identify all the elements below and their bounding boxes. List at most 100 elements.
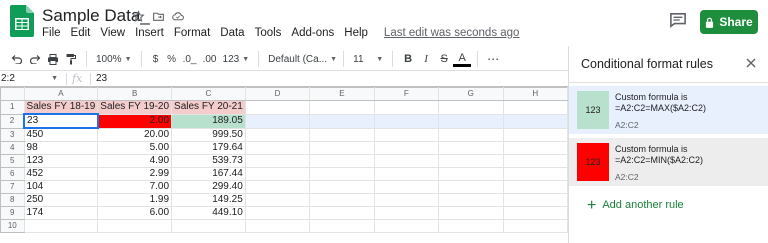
cell-b4[interactable]: 5.00 xyxy=(97,141,173,155)
cell[interactable] xyxy=(244,193,311,207)
cell[interactable] xyxy=(309,193,375,207)
cell-c8[interactable]: 149.25 xyxy=(171,193,246,207)
row-header[interactable]: 6 xyxy=(0,167,25,181)
cell-c1[interactable]: Sales FY 20-21 xyxy=(171,100,246,115)
cell-b1[interactable]: Sales FY 19-20 xyxy=(97,100,173,115)
cell-a4[interactable]: 98 xyxy=(23,141,99,155)
cell-a7[interactable]: 104 xyxy=(23,180,99,194)
cell[interactable] xyxy=(438,154,504,168)
menu-format[interactable]: Format xyxy=(174,27,210,39)
cell-c3[interactable]: 999.50 xyxy=(171,127,246,142)
sheets-logo-icon[interactable] xyxy=(10,5,34,37)
cell[interactable] xyxy=(502,167,568,181)
cell-a10[interactable] xyxy=(23,219,99,233)
cell-a3[interactable]: 450 xyxy=(23,127,99,142)
cell[interactable] xyxy=(244,167,311,181)
cell[interactable] xyxy=(373,100,440,115)
cell[interactable] xyxy=(244,180,311,194)
cell[interactable] xyxy=(438,113,504,129)
cell[interactable] xyxy=(309,127,375,142)
comment-history-icon[interactable] xyxy=(669,12,687,28)
cell-c2[interactable]: 189.05 xyxy=(171,113,246,129)
cell-b10[interactable] xyxy=(97,219,173,233)
cell[interactable] xyxy=(373,219,440,233)
cell[interactable] xyxy=(502,113,568,129)
cell[interactable] xyxy=(244,113,311,129)
text-color-button[interactable]: A xyxy=(453,51,472,67)
cell-b5[interactable]: 4.90 xyxy=(97,154,173,168)
print-icon[interactable] xyxy=(44,49,62,69)
cell[interactable] xyxy=(373,180,440,194)
row-header[interactable]: 3 xyxy=(0,127,25,142)
menu-data[interactable]: Data xyxy=(220,27,244,39)
row-header[interactable]: 5 xyxy=(0,154,25,168)
share-button[interactable]: Share xyxy=(700,10,758,34)
cell[interactable] xyxy=(244,141,311,155)
column-header[interactable]: B xyxy=(97,87,173,101)
column-header[interactable]: E xyxy=(309,87,375,101)
close-icon[interactable] xyxy=(746,58,756,68)
more-formats-select[interactable]: 123 ▼ xyxy=(220,49,253,69)
cell[interactable] xyxy=(438,206,504,220)
cell[interactable] xyxy=(438,100,504,115)
cell[interactable] xyxy=(373,167,440,181)
menu-edit[interactable]: Edit xyxy=(71,27,91,39)
cell-a6[interactable]: 452 xyxy=(23,167,99,181)
cell-a9[interactable]: 174 xyxy=(23,206,99,220)
cell-c6[interactable]: 167.44 xyxy=(171,167,246,181)
cell-c9[interactable]: 449.10 xyxy=(171,206,246,220)
cell[interactable] xyxy=(244,154,311,168)
paint-format-icon[interactable] xyxy=(62,49,80,69)
cell[interactable] xyxy=(502,219,568,233)
menu-addons[interactable]: Add-ons xyxy=(291,27,334,39)
cell[interactable] xyxy=(244,219,311,233)
cell-a5[interactable]: 123 xyxy=(23,154,99,168)
column-header[interactable]: D xyxy=(244,87,311,101)
cell-b3[interactable]: 20.00 xyxy=(97,127,173,142)
move-folder-icon[interactable] xyxy=(151,9,165,23)
cell[interactable] xyxy=(373,113,440,129)
undo-icon[interactable] xyxy=(8,49,26,69)
cell[interactable] xyxy=(502,127,568,142)
cell[interactable] xyxy=(373,193,440,207)
row-header[interactable]: 10 xyxy=(0,219,25,233)
cell[interactable] xyxy=(309,100,375,115)
row-header[interactable]: 9 xyxy=(0,206,25,220)
row-header[interactable]: 4 xyxy=(0,141,25,155)
cell[interactable] xyxy=(309,206,375,220)
cell[interactable] xyxy=(309,141,375,155)
cell[interactable] xyxy=(373,141,440,155)
font-size-select[interactable]: 11 ▼ xyxy=(350,49,386,69)
column-header[interactable]: F xyxy=(373,87,440,101)
formula-input[interactable]: 23 xyxy=(96,71,107,86)
cell-b7[interactable]: 7.00 xyxy=(97,180,173,194)
menu-insert[interactable]: Insert xyxy=(135,27,164,39)
bold-button[interactable]: B xyxy=(399,49,417,69)
menu-file[interactable]: File xyxy=(42,27,61,39)
menu-tools[interactable]: Tools xyxy=(255,27,282,39)
cell[interactable] xyxy=(373,127,440,142)
cloud-status-icon[interactable] xyxy=(171,9,185,23)
decrease-decimal-button[interactable]: .0_ xyxy=(180,49,200,69)
row-header[interactable]: 1 xyxy=(0,100,25,115)
cell-b6[interactable]: 2.99 xyxy=(97,167,173,181)
cell-c5[interactable]: 539.73 xyxy=(171,154,246,168)
cell[interactable] xyxy=(244,127,311,142)
cell-c7[interactable]: 299.40 xyxy=(171,180,246,194)
cell[interactable] xyxy=(309,167,375,181)
cell[interactable] xyxy=(373,154,440,168)
cell-a1[interactable]: Sales FY 18-19 xyxy=(23,100,99,115)
add-rule-button[interactable]: + Add another rule xyxy=(587,197,684,213)
cell-b9[interactable]: 6.00 xyxy=(97,206,173,220)
menu-view[interactable]: View xyxy=(100,27,125,39)
row-header[interactable]: 7 xyxy=(0,180,25,194)
cell-c10[interactable] xyxy=(171,219,246,233)
column-header[interactable]: G xyxy=(438,87,504,101)
column-header[interactable]: A xyxy=(23,87,99,101)
percent-format-button[interactable]: % xyxy=(164,49,180,69)
increase-decimal-button[interactable]: .00 xyxy=(200,49,220,69)
cell[interactable] xyxy=(309,154,375,168)
cell[interactable] xyxy=(502,100,568,115)
italic-button[interactable]: I xyxy=(417,49,435,69)
row-header[interactable]: 8 xyxy=(0,193,25,207)
